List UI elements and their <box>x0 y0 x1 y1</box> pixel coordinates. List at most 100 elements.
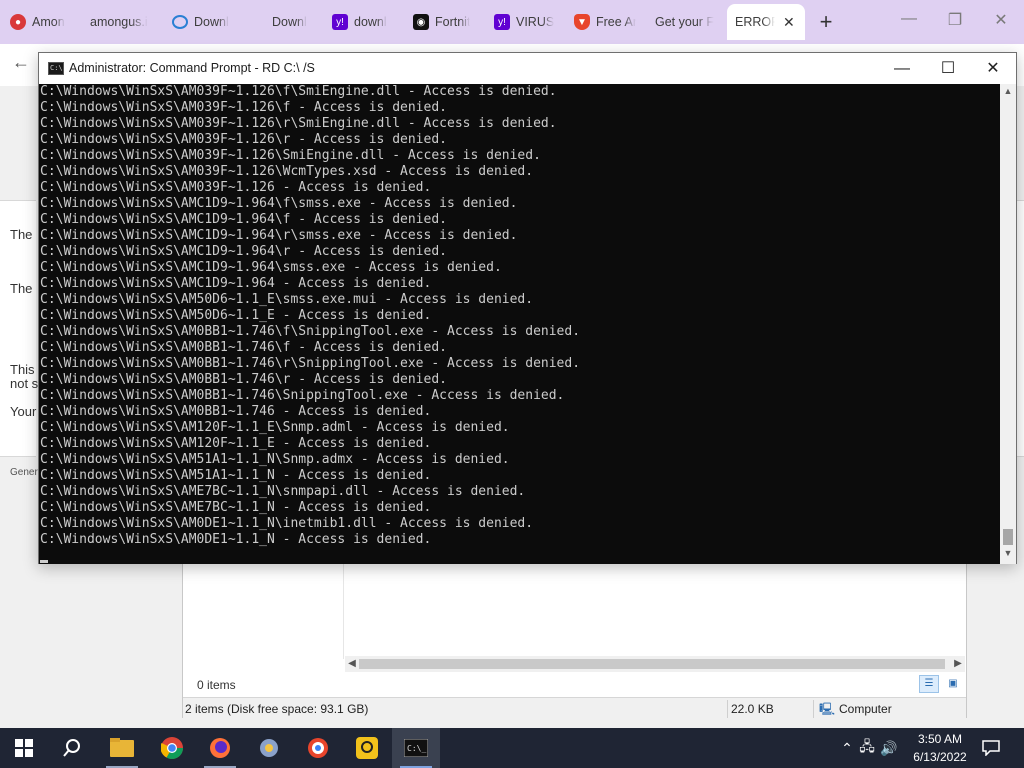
back-arrow-icon[interactable]: ← <box>12 52 30 73</box>
console-line: C:\Windows\WinSxS\AM50D6~1.1_E\smss.exe.… <box>40 292 534 307</box>
app-icon <box>260 739 278 757</box>
console-line: C:\Windows\WinSxS\AMC1D9~1.964\smss.exe … <box>40 260 502 275</box>
browser-tab[interactable]: ◉ Fortnit <box>413 4 475 40</box>
start-button[interactable] <box>0 728 48 768</box>
divider <box>727 700 728 718</box>
clock[interactable]: 3:50 AM 6/13/2022 <box>908 730 972 766</box>
items-count: 0 items <box>197 678 236 692</box>
system-tray: ⌃ 🖧 🔊 <box>838 728 900 768</box>
tab-label: amongus.i <box>90 15 148 29</box>
brave-icon <box>308 738 328 758</box>
web-text: not s <box>10 376 39 391</box>
console-line: C:\Windows\WinSxS\AM0BB1~1.746\r - Acces… <box>40 372 447 387</box>
notification-icon <box>982 740 1000 756</box>
status-size: 22.0 KB <box>731 702 774 716</box>
browser-tab[interactable]: Downl <box>172 4 234 40</box>
web-text: The <box>10 227 33 242</box>
console-line: C:\Windows\WinSxS\AM039F~1.126 - Access … <box>40 180 432 195</box>
text-cursor <box>40 560 48 563</box>
tab-label: VIRUS <box>516 15 555 29</box>
scroll-right-icon[interactable]: ▶ <box>951 656 965 672</box>
browser-tab[interactable]: ▼ Free Ar <box>574 4 636 40</box>
console-line: C:\Windows\WinSxS\AM0BB1~1.746\r\Snippin… <box>40 356 581 371</box>
maximize-button[interactable]: ☐ <box>925 53 971 84</box>
browser-tab[interactable]: y! downl <box>332 4 394 40</box>
amongus-icon: ● <box>10 14 26 30</box>
taskbar-app[interactable] <box>196 728 244 768</box>
browser-tab[interactable]: y! VIRUS <box>494 4 556 40</box>
web-text: Your <box>10 404 37 419</box>
restore-icon[interactable]: ❐ <box>943 10 967 30</box>
taskbar-app-active[interactable]: C:\_ <box>392 728 440 768</box>
command-prompt-window[interactable]: C:\ Administrator: Command Prompt - RD C… <box>38 52 1017 564</box>
window-title: Administrator: Command Prompt - RD C:\ /… <box>69 61 315 75</box>
browser-tab[interactable]: Downl <box>272 4 312 40</box>
console-line: C:\Windows\WinSxS\AMC1D9~1.964\r - Acces… <box>40 244 447 259</box>
browser-tab[interactable]: ● Amon <box>10 4 72 40</box>
console-line: C:\Windows\WinSxS\AME7BC~1.1_N\snmpapi.d… <box>40 484 526 499</box>
console-line: C:\Windows\WinSxS\AM120F~1.1_E\Snmp.adml… <box>40 420 510 435</box>
start-icon <box>15 739 33 757</box>
console-line: C:\Windows\WinSxS\AM50D6~1.1_E - Access … <box>40 308 432 323</box>
close-icon[interactable]: ✕ <box>989 10 1013 30</box>
taskbar-app[interactable] <box>98 728 146 768</box>
large-icons-view-icon[interactable]: ▣ <box>943 675 963 693</box>
network-icon[interactable]: 🖧 <box>856 736 878 760</box>
taskbar-app[interactable] <box>245 728 293 768</box>
file-explorer-window: ◀ ▶ 0 items ☰ ▣ 2 items (Disk free space… <box>182 540 967 719</box>
taskbar-app[interactable] <box>148 728 196 768</box>
title-bar[interactable]: C:\ Administrator: Command Prompt - RD C… <box>39 53 1016 84</box>
console-lines: C:\Windows\WinSxS\AM039F~1.126\f\SmiEngi… <box>40 84 580 548</box>
details-view-icon[interactable]: ☰ <box>919 675 939 693</box>
scrollbar-thumb[interactable] <box>359 659 945 669</box>
browser-tab[interactable]: Get your F <box>655 4 717 40</box>
console-line: C:\Windows\WinSxS\AM120F~1.1_E - Access … <box>40 436 432 451</box>
web-text: Gener <box>10 467 38 478</box>
console-line: C:\Windows\WinSxS\AM0DE1~1.1_N - Access … <box>40 532 432 547</box>
command-prompt-icon: C:\_ <box>404 739 428 757</box>
scroll-left-icon[interactable]: ◀ <box>345 656 359 672</box>
status-bar: 2 items (Disk free space: 93.1 GB) 22.0 … <box>183 697 966 719</box>
web-content-panel-right <box>1016 200 1024 457</box>
minimize-button[interactable]: — <box>879 53 925 84</box>
app-icon <box>356 737 378 759</box>
console-line: C:\Windows\WinSxS\AMC1D9~1.964\r\smss.ex… <box>40 228 518 243</box>
chevron-up-icon[interactable]: ⌃ <box>838 740 856 757</box>
view-toggle: ☰ ▣ <box>919 675 963 693</box>
divider <box>813 700 814 718</box>
scroll-up-icon[interactable]: ▲ <box>1000 86 1016 96</box>
web-text: This <box>10 362 35 377</box>
fortnite-icon: ◉ <box>413 14 429 30</box>
console-output[interactable]: C:\Windows\WinSxS\AM039F~1.126\f\SmiEngi… <box>39 84 1000 564</box>
taskbar-app[interactable] <box>343 728 391 768</box>
clock-date: 6/13/2022 <box>913 750 967 764</box>
horizontal-scrollbar[interactable]: ◀ ▶ <box>345 656 965 672</box>
minimize-icon[interactable]: — <box>897 10 921 28</box>
scroll-down-icon[interactable]: ▼ <box>1000 548 1016 558</box>
taskbar-app[interactable] <box>294 728 342 768</box>
browser-tab[interactable]: amongus.i <box>90 4 152 40</box>
clock-time: 3:50 AM <box>917 732 963 746</box>
tab-label: Downl <box>272 15 307 29</box>
vertical-scrollbar[interactable]: ▲ ▼ <box>1000 84 1016 564</box>
taskbar: C:\_ ⌃ 🖧 🔊 3:50 AM 6/13/2022 <box>0 728 1024 768</box>
console-line: C:\Windows\WinSxS\AM51A1~1.1_N\Snmp.admx… <box>40 452 510 467</box>
console-line: C:\Windows\WinSxS\AMC1D9~1.964\f\smss.ex… <box>40 196 518 211</box>
close-icon[interactable]: ✕ <box>783 14 795 31</box>
notifications-button[interactable] <box>982 728 1000 768</box>
close-button[interactable]: ✕ <box>970 53 1016 84</box>
console-line: C:\Windows\WinSxS\AM0BB1~1.746\SnippingT… <box>40 388 565 403</box>
scrollbar-thumb[interactable] <box>1003 529 1013 545</box>
console-line: C:\Windows\WinSxS\AM0BB1~1.746\f - Acces… <box>40 340 447 355</box>
browser-tab-active[interactable]: ERROR: ✕ <box>727 4 805 40</box>
tab-label: ERROR: <box>735 15 775 29</box>
search-button[interactable] <box>48 728 96 768</box>
tab-label: Downl <box>194 15 229 29</box>
console-line: C:\Windows\WinSxS\AM039F~1.126\r - Acces… <box>40 132 447 147</box>
search-icon <box>63 739 80 757</box>
console-line: C:\Windows\WinSxS\AMC1D9~1.964 - Access … <box>40 276 432 291</box>
console-line: C:\Windows\WinSxS\AM039F~1.126\WcmTypes.… <box>40 164 534 179</box>
new-tab-button[interactable]: + <box>814 8 838 36</box>
volume-icon[interactable]: 🔊 <box>878 740 900 757</box>
tab-label: Get your F <box>655 15 715 29</box>
